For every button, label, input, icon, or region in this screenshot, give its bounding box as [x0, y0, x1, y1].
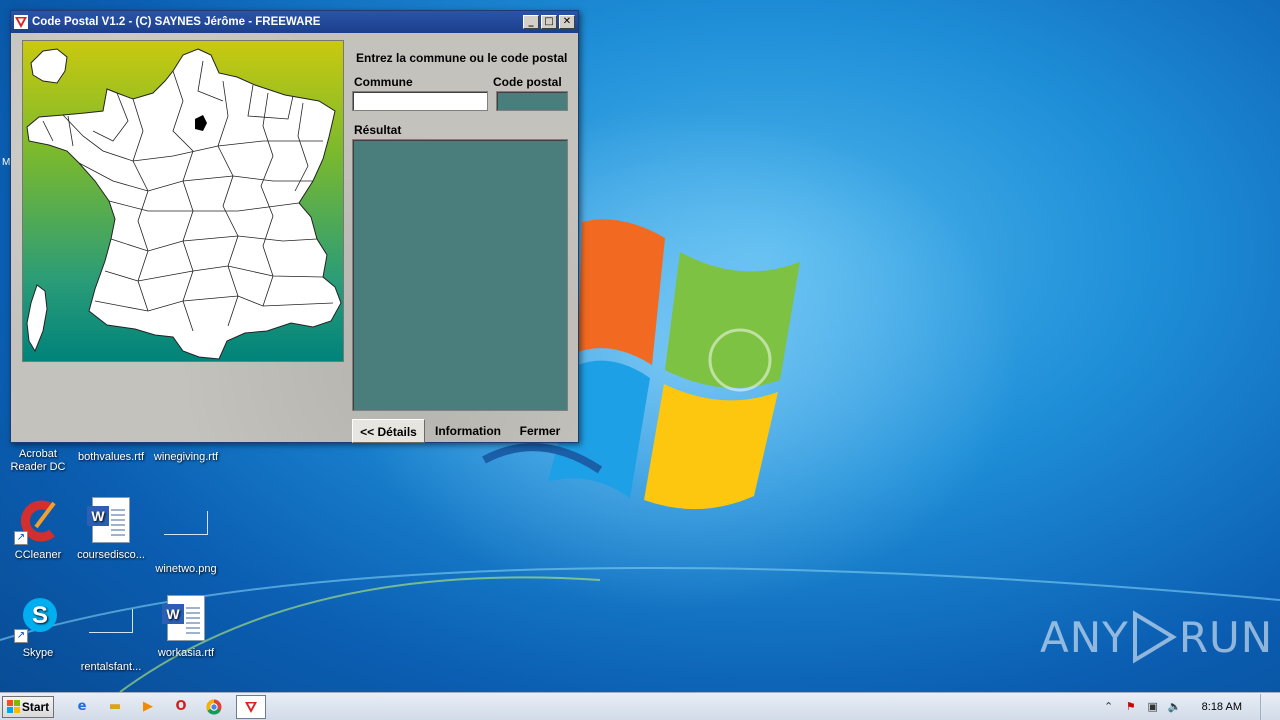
start-label: Start [21, 699, 50, 714]
france-map-svg [26, 48, 342, 360]
desktop-icon-ccleaner[interactable]: ↗ CCleaner [0, 497, 76, 562]
code-postal-label: Code postal [493, 75, 562, 89]
desktop-icon-skype[interactable]: S ↗ Skype [0, 595, 76, 660]
shortcut-arrow-icon: ↗ [14, 531, 28, 545]
network-icon[interactable]: ▣ [1144, 698, 1162, 716]
media-player-icon[interactable]: ▶ [136, 695, 160, 719]
code-postal-taskbar-button[interactable] [236, 694, 266, 719]
start-button[interactable]: Start [2, 695, 54, 718]
taskbar: Start e ▬ ▶ O ⌃ ⚑ ▣ 🔈 8:18 AM [0, 692, 1280, 720]
explorer-icon[interactable]: ▬ [103, 695, 127, 719]
result-label: Résultat [354, 123, 402, 137]
play-icon [1132, 610, 1177, 664]
watermark-right-text: RUN [1178, 612, 1274, 662]
desktop-icon-bothvalues[interactable]: bothvalues.rtf [73, 451, 149, 464]
windows-flag-icon [6, 700, 20, 713]
desktop-icon-winetwo[interactable]: winetwo.png [148, 497, 224, 576]
volume-icon[interactable]: 🔈 [1166, 698, 1184, 716]
code-postal-app-icon [14, 15, 28, 29]
corsica[interactable] [26, 284, 48, 353]
commune-input[interactable] [352, 91, 488, 111]
desktop-icon-label: winetwo.png [155, 563, 217, 575]
information-button[interactable]: Information [433, 419, 503, 443]
image-icon [162, 511, 210, 559]
desktop-icon-rentalsfant[interactable]: rentalsfant... [73, 595, 149, 674]
code-postal-input[interactable] [496, 91, 568, 111]
image-icon [87, 609, 135, 657]
close-window-button[interactable]: ✕ [559, 15, 575, 29]
desktop-icon-acrobat[interactable]: Acrobat Reader DC [0, 448, 76, 474]
fermer-button[interactable]: Fermer [513, 419, 567, 443]
desktop-icon-winegiving[interactable]: winegiving.rtf [148, 451, 224, 464]
window-title: Code Postal V1.2 - (C) SAYNES Jérôme - F… [32, 16, 321, 28]
code-postal-app-icon [245, 701, 257, 713]
window-client-area: Entrez la commune ou le code postal Comm… [11, 33, 578, 443]
title-bar[interactable]: Code Postal V1.2 - (C) SAYNES Jérôme - F… [11, 11, 578, 33]
desktop-icon-label: CCleaner [14, 549, 62, 561]
maximize-button[interactable]: □ [541, 15, 557, 29]
desktop-icon-label: Acrobat Reader DC [10, 448, 66, 473]
desktop-icon-coursedisco[interactable]: coursedisco... [73, 497, 149, 562]
word-doc-icon [162, 595, 210, 643]
chrome-icon[interactable] [202, 695, 226, 719]
france-map[interactable] [22, 40, 344, 362]
shortcut-arrow-icon: ↗ [14, 629, 28, 643]
result-box[interactable] [352, 139, 568, 411]
code-postal-window: Code Postal V1.2 - (C) SAYNES Jérôme - F… [10, 10, 579, 443]
ccleaner-icon: ↗ [14, 497, 62, 545]
desktop-icon-label: bothvalues.rtf [77, 451, 145, 463]
watermark-left-text: ANY [1040, 612, 1129, 662]
opera-icon[interactable]: O [169, 695, 193, 719]
skype-icon: S ↗ [14, 595, 62, 643]
commune-label: Commune [354, 75, 413, 89]
action-center-icon[interactable]: ⚑ [1122, 698, 1140, 716]
show-desktop-button[interactable] [1260, 694, 1274, 720]
ie-icon[interactable]: e [70, 695, 94, 719]
anyrun-watermark: ANY RUN [1040, 610, 1273, 664]
details-button[interactable]: << Détails [352, 419, 425, 443]
word-doc-icon [87, 497, 135, 545]
desktop-icon-label: winegiving.rtf [153, 451, 219, 463]
desktop-icon-label: rentalsfant... [80, 661, 142, 673]
minimize-button[interactable]: _ [523, 15, 539, 29]
show-hidden-icons-icon[interactable]: ⌃ [1100, 698, 1118, 716]
clock[interactable]: 8:18 AM [1202, 701, 1242, 713]
svg-text:S: S [32, 602, 48, 629]
desktop-icon-label: coursedisco... [77, 549, 145, 561]
inset-region[interactable] [30, 48, 68, 84]
desktop-icon-workasia[interactable]: workasia.rtf [148, 595, 224, 660]
instruction-text: Entrez la commune ou le code postal [356, 51, 568, 65]
desktop-icon-label: workasia.rtf [157, 647, 215, 659]
desktop-icon-label: Skype [22, 647, 54, 659]
system-tray: ⌃ ⚑ ▣ 🔈 8:18 AM [1096, 693, 1280, 720]
